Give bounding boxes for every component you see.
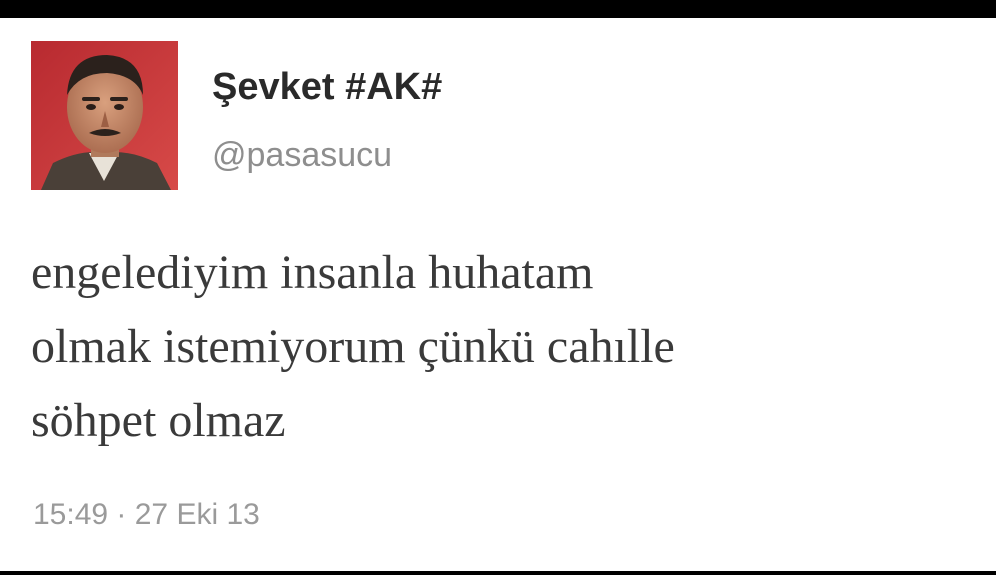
avatar-image [31,41,178,190]
tweet-text-line: engelediyim insanla huhatam [31,246,594,299]
tweet-timestamp[interactable]: 15:49 · 27 Eki 13 [33,500,260,530]
display-name[interactable]: Şevket #AK# [212,68,442,106]
tweet-text-line: söhpet olmaz [31,394,286,447]
tweet-text-line: olmak istemiyorum çünkü cahılle [31,320,675,373]
tweet-card: Şevket #AK# @pasasucu engelediyim insanl… [0,18,996,571]
avatar[interactable] [31,41,178,190]
user-handle[interactable]: @pasasucu [212,138,392,172]
tweet-text: engelediyim insanla huhatam olmak istemi… [31,236,971,458]
